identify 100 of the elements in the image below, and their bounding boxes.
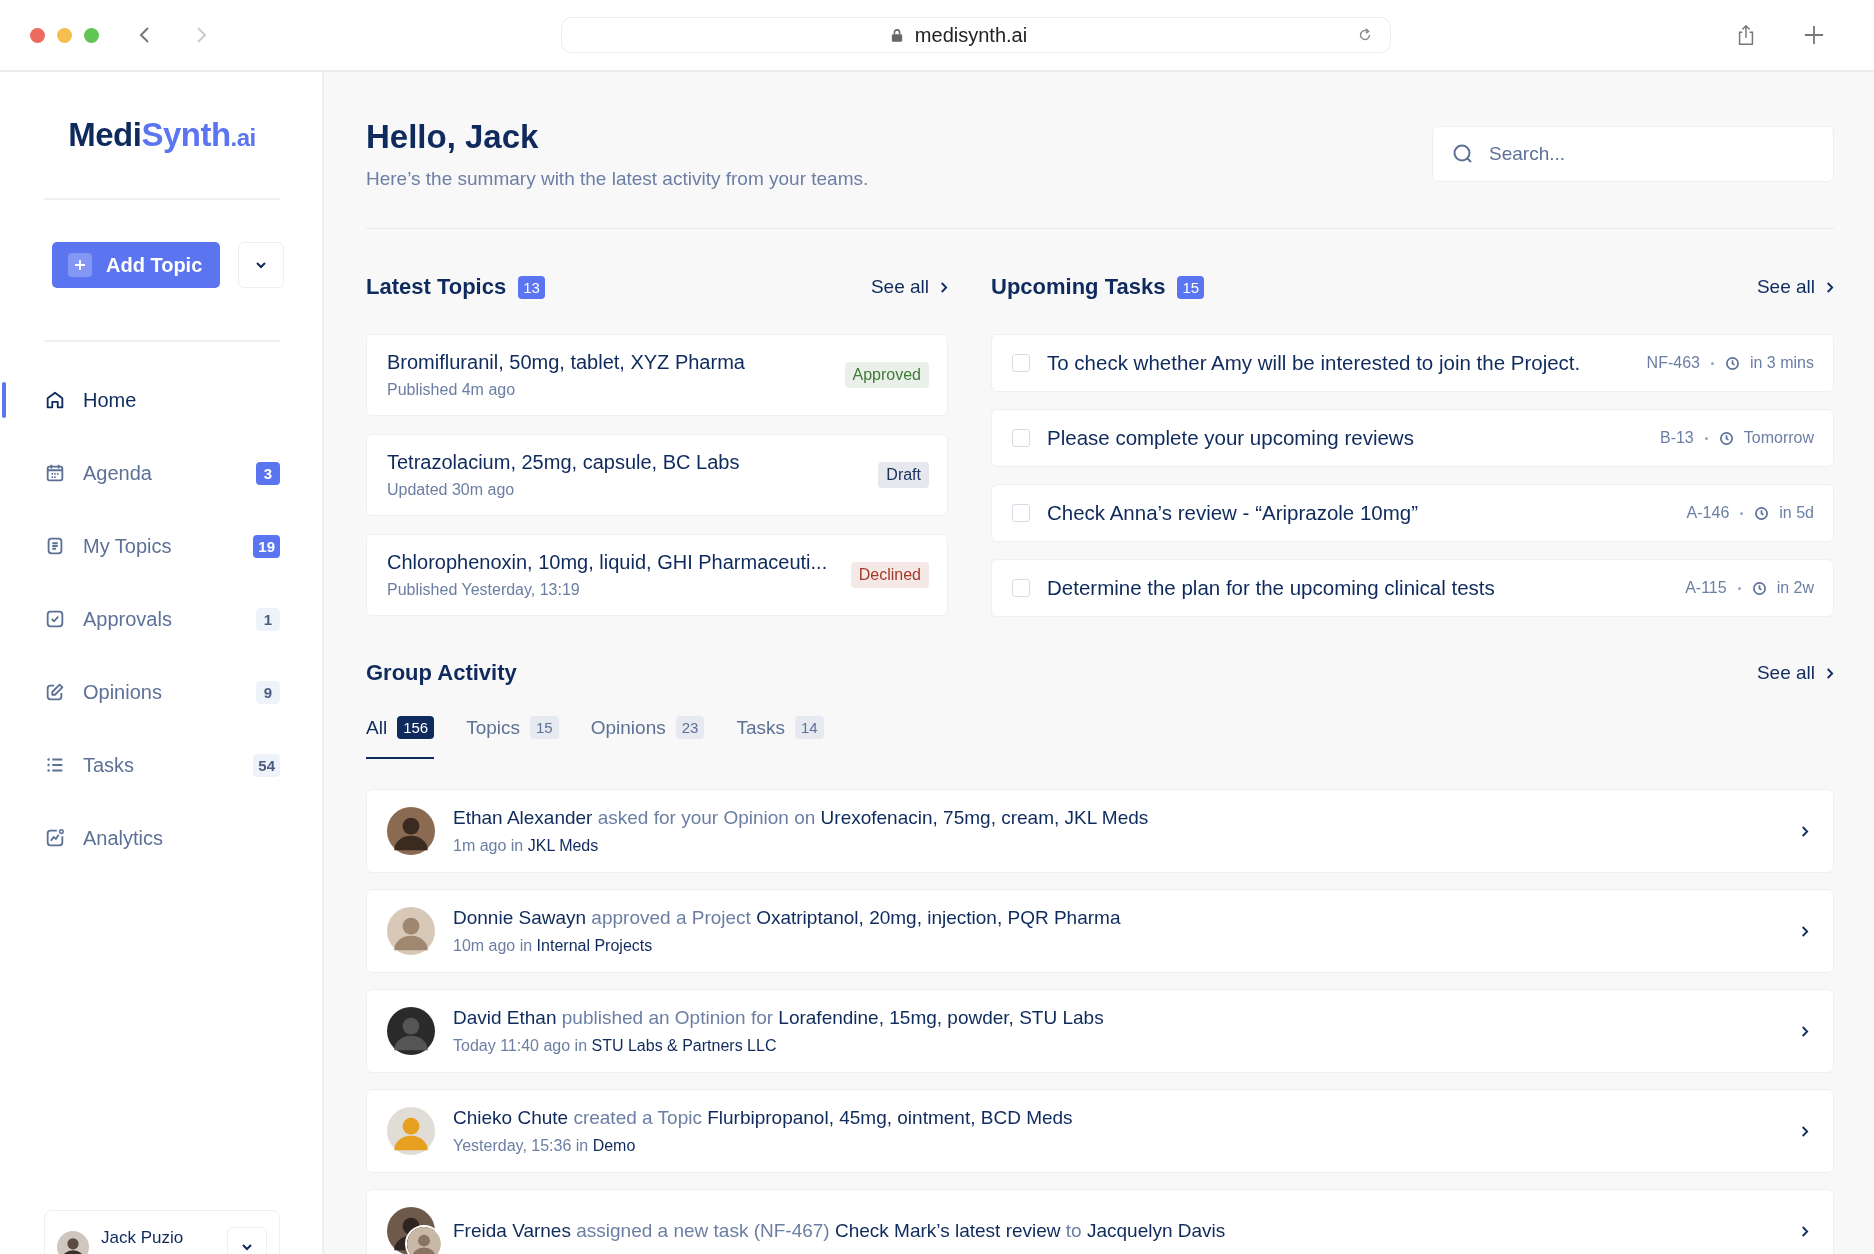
home-icon [44,389,66,411]
user-card[interactable]: Jack Puzio [44,1210,280,1254]
logo[interactable]: MediSynth.ai [68,116,256,154]
count-badge: 3 [256,461,280,485]
task-code: B-13 [1659,429,1694,447]
task-code: A-146 [1686,504,1730,522]
topic-meta: Published 4m ago [387,381,517,399]
avatar [387,907,435,955]
task-title: Please complete your upcoming reviews [1047,426,1415,450]
task-card[interactable]: Determine the plan for the upcoming clinical tests A-115 in 2w [991,559,1834,617]
search-icon [1452,143,1474,165]
topic-title: Bromifluranil, 50mg, tablet, XYZ Pharma [387,351,746,374]
count-badge: 9 [256,680,280,704]
section-title: Group Activity [366,660,517,686]
add-topic-button[interactable]: Add Topic [52,242,221,288]
avatar [387,807,435,855]
avatar [387,1107,435,1155]
new-tab-icon[interactable] [1804,24,1824,46]
filter-tab[interactable]: All 156 [366,716,435,759]
status-badge: Draft [878,462,929,488]
task-card[interactable]: Please complete your upcoming reviews B-13 Tomorrow [991,409,1834,467]
checkbox[interactable] [1012,504,1030,522]
activity-card[interactable]: Chieko Chute created a Topic Flurbipropanol, 45mg, ointment, BCD Meds Yesterday, 15:36 in Demo [366,1089,1834,1173]
chevron-right-icon [1825,666,1834,680]
activity-text: Ethan Alexander asked for your Opinion on Urexofenacin, 75mg, cream, JKL Meds [453,807,1150,829]
chevron-right-icon [939,280,948,294]
filter-tab[interactable]: Tasks 14 [736,716,824,759]
checkbox[interactable] [1012,429,1030,447]
task-due: Tomorrow [1743,429,1814,447]
status-badge: Declined [850,562,929,588]
activity-text: Donnie Sawayn approved a Project Oxatriptanol, 20mg, injection, PQR Pharma [453,907,1122,929]
topic-meta: Published Yesterday, 13:19 [387,581,581,599]
activity-text: Chieko Chute created a Topic Flurbipropanol, 45mg, ointment, BCD Meds [453,1107,1074,1129]
activity-meta: 10m ago in Internal Projects [453,937,654,955]
see-all-link[interactable]: See all [870,276,948,298]
clock-icon [1724,355,1740,371]
greeting-subtitle: Here’s the summary with the latest activity from your teams. [366,168,869,190]
topic-card[interactable]: Bromifluranil, 50mg, tablet, XYZ Pharma Published 4m ago Approved [366,334,948,416]
activity-text: Freida Varnes assigned a new task (NF-467) Check Mark’s latest review to Jacquelyn Davis [453,1220,1227,1242]
task-card[interactable]: Check Anna’s review - “Ariprazole 10mg” A-146 in 5d [991,484,1834,542]
activity-card[interactable]: Freida Varnes assigned a new task (NF-467) Check Mark’s latest review to Jacquelyn Davis [366,1189,1834,1254]
activity-meta: Yesterday, 15:36 in Demo [453,1137,637,1155]
activity-text: David Ethan published an Optinion for Lorafendine, 15mg, powder, STU Labs [453,1007,1105,1029]
nav-item[interactable]: Agenda 3 [44,459,280,487]
task-title: Determine the plan for the upcoming clinical tests [1047,576,1496,600]
task-due: in 2w [1776,579,1814,597]
count-badge: 13 [518,275,545,299]
checkbox[interactable] [1012,579,1030,597]
filter-tab[interactable]: Topics 15 [466,716,559,759]
task-code: A-115 [1685,579,1727,597]
nav-item[interactable]: Approvals 1 [44,605,280,633]
maximize-window-button[interactable] [84,27,99,43]
plus-icon [74,259,86,271]
topic-title: Tetrazolacium, 25mg, capsule, BC Labs [387,451,741,474]
task-due: in 3 mins [1749,354,1814,372]
search-field[interactable]: Search... [1432,126,1834,182]
topic-meta: Updated 30m ago [387,481,516,499]
user-name: Jack Puzio [101,1228,185,1248]
activity-meta: 1m ago in JKL Meds [453,837,600,855]
count-badge: 19 [253,534,280,558]
url-text: medisynth.ai [914,23,1028,47]
chevron-right-icon[interactable] [1800,824,1809,838]
see-all-link[interactable]: See all [1756,276,1834,298]
filter-tab[interactable]: Opinions 23 [590,716,705,759]
task-card[interactable]: To check whether Amy will be interested to join the Project. NF-463 in 3 mins [991,334,1834,392]
check-square-icon [44,608,66,630]
task-due: in 5d [1779,504,1814,522]
avatar [387,1007,435,1055]
task-title: To check whether Amy will be interested to join the Project. [1047,351,1582,375]
chevron-right-icon[interactable] [1800,1224,1809,1238]
status-badge: Approved [844,362,929,388]
share-icon[interactable] [1736,24,1756,46]
nav-item[interactable]: Analytics [44,824,280,852]
nav-item[interactable]: Tasks 54 [44,751,280,779]
section-title: Upcoming Tasks [991,274,1166,300]
address-bar[interactable]: medisynth.ai [561,17,1391,53]
task-title: Check Anna’s review - “Ariprazole 10mg” [1047,501,1420,525]
section-title: Latest Topics [366,274,507,300]
pencil-icon [44,681,66,703]
nav-item[interactable]: My Topics 19 [44,532,280,560]
greeting-title: Hello, Jack [366,118,540,156]
chevron-right-icon[interactable] [1800,1024,1809,1038]
chevron-right-icon[interactable] [1800,1124,1809,1138]
activity-card[interactable]: Ethan Alexander asked for your Opinion on Urexofenacin, 75mg, cream, JKL Meds 1m ago in JKL Meds [366,789,1834,873]
chevron-right-icon[interactable] [1800,924,1809,938]
topic-card[interactable]: Tetrazolacium, 25mg, capsule, BC Labs Updated 30m ago Draft [366,434,948,516]
close-window-button[interactable] [30,27,45,43]
count-badge: 54 [253,753,280,777]
calendar-icon [44,462,66,484]
checkbox[interactable] [1012,354,1030,372]
activity-card[interactable]: David Ethan published an Optinion for Lorafendine, 15mg, powder, STU Labs Today 11:40 ago in STU Labs & Partners LLC [366,989,1834,1073]
avatar [57,1231,89,1254]
clock-icon [1751,580,1767,596]
nav-item[interactable]: Opinions 9 [44,678,280,706]
activity-card[interactable]: Donnie Sawayn approved a Project Oxatriptanol, 20mg, injection, PQR Pharma 10m ago in Internal Projects [366,889,1834,973]
see-all-link[interactable]: See all [1756,662,1834,684]
topic-card[interactable]: Chlorophenoxin, 10mg, liquid, GHI Pharmaceuti... Published Yesterday, 13:19 Declined [366,534,948,616]
topic-title: Chlorophenoxin, 10mg, liquid, GHI Pharmaceuti... [387,551,829,574]
chart-icon [44,827,66,849]
clock-icon [1754,505,1770,521]
